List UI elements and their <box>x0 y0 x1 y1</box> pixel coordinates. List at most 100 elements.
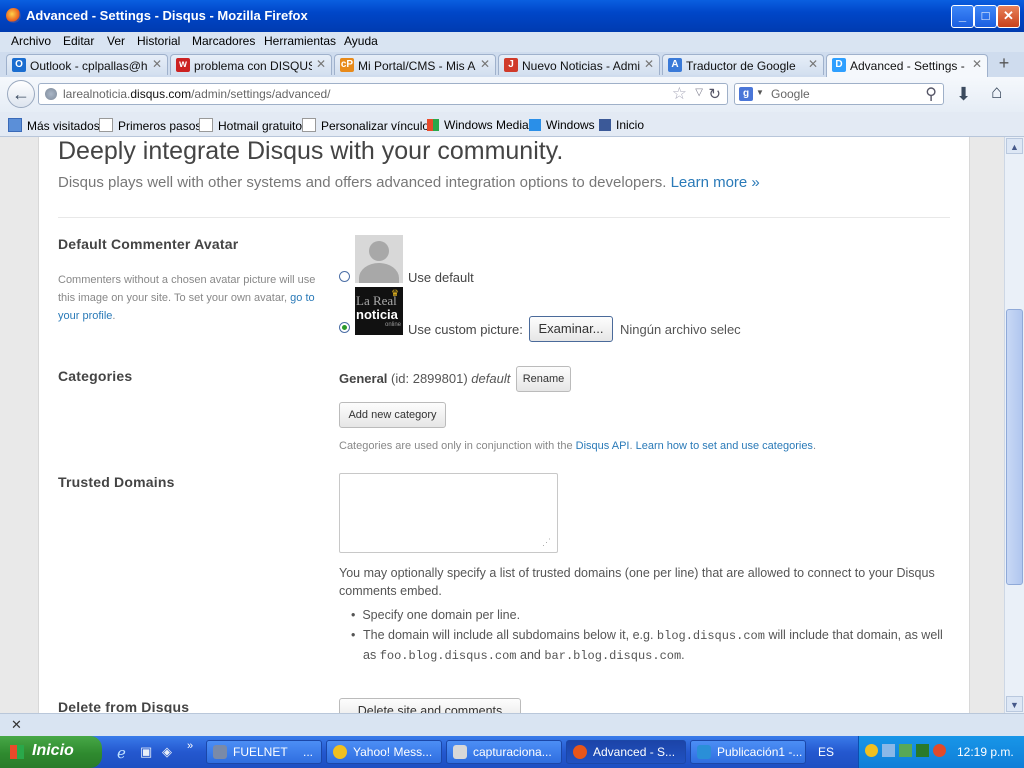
avatar-section-title: Default Commenter Avatar <box>58 236 239 252</box>
tab-mi-portal[interactable]: cP Mi Portal/CMS - Mis Apli... ✕ <box>334 54 496 75</box>
tab-advanced-settings[interactable]: D Advanced - Settings - ... ✕ <box>826 54 988 77</box>
messenger-tray-icon[interactable] <box>865 744 878 757</box>
use-custom-radio[interactable] <box>339 322 350 333</box>
reload-icon[interactable]: ↻ <box>708 85 721 103</box>
security-tray-icon[interactable] <box>933 744 946 757</box>
maximize-button[interactable]: □ <box>974 5 997 28</box>
bookmark-inicio[interactable]: Inicio <box>599 118 644 132</box>
disqus-icon: D <box>832 58 846 72</box>
menu-bar: Archivo Editar Ver Historial Marcadores … <box>0 32 1024 53</box>
code-blog: blog.disqus.com <box>656 629 765 643</box>
minimize-button[interactable]: _ <box>951 5 974 28</box>
bookmark-star-icon[interactable]: ☆ <box>672 84 687 104</box>
desktop-quicklaunch-icon[interactable]: ▣ <box>140 744 152 760</box>
tab-outlook[interactable]: O Outlook - cplpallas@ho... ✕ <box>6 54 168 75</box>
google-icon[interactable]: g <box>739 87 753 101</box>
scroll-up-icon[interactable]: ▲ <box>1006 138 1023 154</box>
close-window-button[interactable]: ✕ <box>997 5 1020 28</box>
app-tray-icon[interactable] <box>916 744 929 757</box>
bookmark-hotmail[interactable]: Hotmail gratuito <box>199 118 302 133</box>
bookmark-personalizar[interactable]: Personalizar vínculos <box>302 118 435 133</box>
close-tab-icon[interactable]: ✕ <box>480 57 490 71</box>
vertical-scrollbar[interactable]: ▲ ▼ <box>1004 137 1024 713</box>
menu-archivo[interactable]: Archivo <box>11 34 51 48</box>
menu-historial[interactable]: Historial <box>137 34 180 48</box>
menu-marcadores[interactable]: Marcadores <box>192 34 255 48</box>
menu-herramientas[interactable]: Herramientas <box>264 34 336 48</box>
learn-more-link[interactable]: Learn more » <box>671 174 760 191</box>
firefox-icon <box>6 8 21 23</box>
bullet-two: • The domain will include all subdomains… <box>351 628 943 663</box>
quicklaunch-more-icon[interactable]: » <box>187 740 193 752</box>
page-icon <box>302 118 316 132</box>
clock[interactable]: 12:19 p.m. <box>957 745 1014 759</box>
close-tab-icon[interactable]: ✕ <box>972 57 982 71</box>
bookmark-mas-visitados[interactable]: Más visitados <box>8 118 100 133</box>
delete-site-button[interactable]: Delete site and comments <box>339 698 521 713</box>
new-tab-button[interactable]: + <box>990 54 1018 74</box>
start-label: Inicio <box>32 742 74 759</box>
browse-file-button[interactable]: Examinar... <box>529 316 613 342</box>
explorer-quicklaunch-icon[interactable]: ◈ <box>162 744 172 760</box>
bookmark-windows[interactable]: Windows <box>529 118 595 132</box>
chevron-down-icon[interactable]: ▽ <box>695 87 703 98</box>
download-icon[interactable]: ⬇ <box>956 84 971 105</box>
search-bar[interactable]: g ▼ Google ⚲ <box>734 83 944 105</box>
scroll-down-icon[interactable]: ▼ <box>1006 696 1023 712</box>
category-row: General (id: 2899801) default <box>339 371 511 386</box>
menu-ayuda[interactable]: Ayuda <box>344 34 378 48</box>
ie-quicklaunch-icon[interactable]: ℯ <box>117 744 126 762</box>
use-default-radio[interactable] <box>339 271 350 282</box>
facebook-icon <box>599 119 611 131</box>
search-icon[interactable]: ⚲ <box>925 84 937 104</box>
close-tab-icon[interactable]: ✕ <box>808 57 818 71</box>
learn-categories-link[interactable]: Learn how to set and use categories <box>636 440 813 452</box>
cpanel-icon: cP <box>340 58 354 72</box>
status-bar: ✕ <box>0 713 1024 737</box>
search-placeholder: Google <box>771 87 810 101</box>
rename-category-button[interactable]: Rename <box>516 366 571 392</box>
home-icon[interactable]: ⌂ <box>991 82 1002 104</box>
delete-section-title: Delete from Disqus <box>58 699 190 713</box>
url-bar[interactable]: larealnoticia.disqus.com/admin/settings/… <box>38 83 728 105</box>
scroll-thumb[interactable] <box>1006 309 1023 585</box>
task-publicacion[interactable]: Publicación1 -... <box>690 740 806 764</box>
system-tray: 12:19 p.m. <box>858 736 1024 768</box>
task-firefox[interactable]: Advanced - S... <box>566 740 686 764</box>
menu-editar[interactable]: Editar <box>63 34 94 48</box>
code-bar: bar.blog.disqus.com <box>544 649 682 663</box>
tool-tray-icon[interactable] <box>899 744 912 757</box>
start-button[interactable]: Inicio <box>0 736 102 768</box>
menu-ver[interactable]: Ver <box>107 34 125 48</box>
task-captura[interactable]: capturaciona... <box>446 740 562 764</box>
disqus-api-link[interactable]: Disqus API <box>576 440 630 452</box>
tab-bar: O Outlook - cplpallas@ho... ✕ w problema… <box>0 52 1024 77</box>
windows-logo-icon <box>10 745 24 759</box>
task-fuelnet[interactable]: FUELNET... <box>206 740 322 764</box>
window-title-bar: Advanced - Settings - Disqus - Mozilla F… <box>0 0 1024 32</box>
network-tray-icon[interactable] <box>882 744 895 757</box>
url-text: larealnoticia.disqus.com/admin/settings/… <box>63 87 331 101</box>
tab-nuevo-noticias[interactable]: J Nuevo Noticias - Admini... ✕ <box>498 54 660 75</box>
trusted-domains-textarea[interactable] <box>339 473 558 553</box>
bookmark-primeros-pasos[interactable]: Primeros pasos <box>99 118 201 133</box>
publisher-icon <box>697 745 711 759</box>
app-icon <box>453 745 467 759</box>
resize-handle-icon[interactable]: ⋰ <box>542 537 551 548</box>
task-yahoo[interactable]: Yahoo! Mess... <box>326 740 442 764</box>
custom-avatar-image: La Real noticia online ♛ <box>355 287 403 335</box>
joomla-icon: J <box>504 58 518 72</box>
close-addon-bar-icon[interactable]: ✕ <box>11 717 22 733</box>
language-indicator[interactable]: ES <box>818 745 834 759</box>
bookmark-folder-icon <box>8 118 22 132</box>
trusted-domains-title: Trusted Domains <box>58 474 175 490</box>
close-tab-icon[interactable]: ✕ <box>644 57 654 71</box>
tab-traductor[interactable]: A Traductor de Google ✕ <box>662 54 824 75</box>
add-category-button[interactable]: Add new category <box>339 402 446 428</box>
back-button[interactable]: ← <box>7 80 35 108</box>
close-tab-icon[interactable]: ✕ <box>152 57 162 71</box>
close-tab-icon[interactable]: ✕ <box>316 57 326 71</box>
bookmark-windows-media[interactable]: Windows Media <box>427 118 529 132</box>
engine-dropdown-icon[interactable]: ▼ <box>756 88 764 97</box>
tab-problema-disqus[interactable]: w problema con DISQUS (... ✕ <box>170 54 332 75</box>
